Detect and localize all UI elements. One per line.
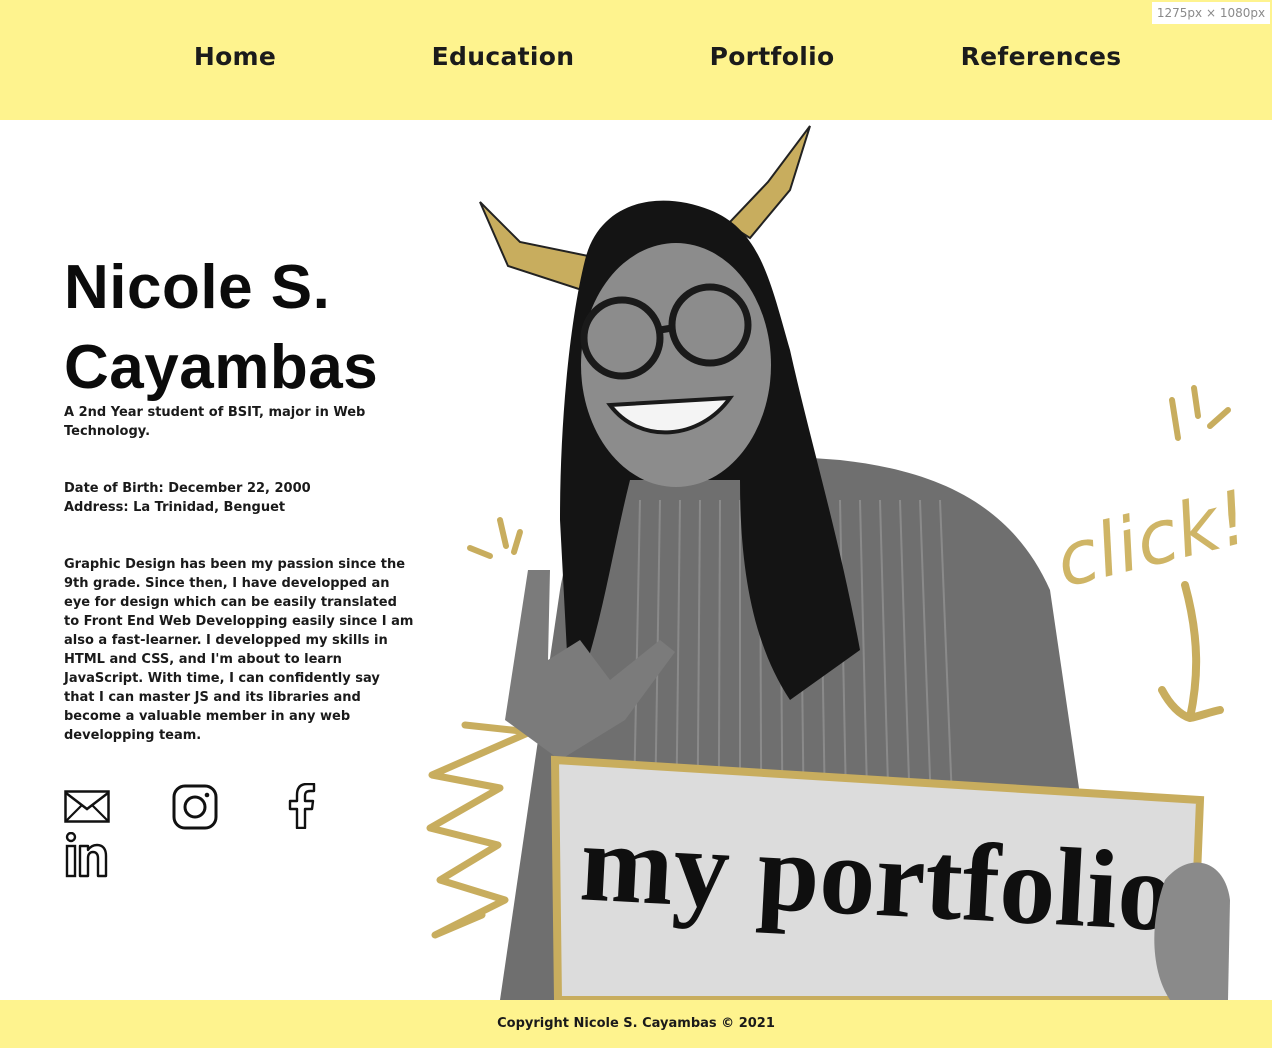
linkedin-icon[interactable] <box>64 832 108 878</box>
horn-right <box>726 125 811 240</box>
viewport-size-label: 1275px × 1080px <box>1152 2 1270 24</box>
sparkle-doodle-left <box>467 517 523 559</box>
top-navigation-bar: Home Education Portfolio References <box>0 0 1272 120</box>
sparkle-doodle-right <box>1169 385 1231 441</box>
facebook-icon[interactable] <box>286 783 316 829</box>
profile-name-heading: Nicole S. Cayambas <box>64 253 379 402</box>
profile-subtitle: A 2nd Year student of BSIT, major in Web… <box>64 405 366 439</box>
copyright-text: Copyright Nicole S. Cayambas © 2021 <box>497 1016 775 1031</box>
click-doodle-text: click! <box>1047 474 1257 605</box>
right-hand <box>1154 862 1230 1000</box>
instagram-icon[interactable] <box>172 784 218 830</box>
nav-link-home[interactable]: Home <box>180 42 290 78</box>
profile-details: Date of Birth: December 22, 2000 Address… <box>64 479 414 517</box>
horn-left <box>479 201 600 294</box>
portfolio-sign: my portfolio <box>550 755 1205 1000</box>
nav-link-portfolio[interactable]: Portfolio <box>700 42 844 78</box>
face <box>581 243 771 487</box>
hero-illustration: click! my portfolio <box>426 125 1257 1000</box>
date-of-birth-text: Date of Birth: December 22, 2000 <box>64 481 311 496</box>
nav-link-references[interactable]: References <box>955 42 1127 78</box>
nav-link-education[interactable]: Education <box>420 42 586 78</box>
address-text: Address: La Trinidad, Benguet <box>64 500 286 515</box>
footer: Copyright Nicole S. Cayambas © 2021 <box>0 1000 1272 1048</box>
mail-icon[interactable] <box>64 790 110 823</box>
profile-bio: Graphic Design has been my passion since… <box>64 557 414 743</box>
arrow-doodle <box>1158 581 1224 722</box>
